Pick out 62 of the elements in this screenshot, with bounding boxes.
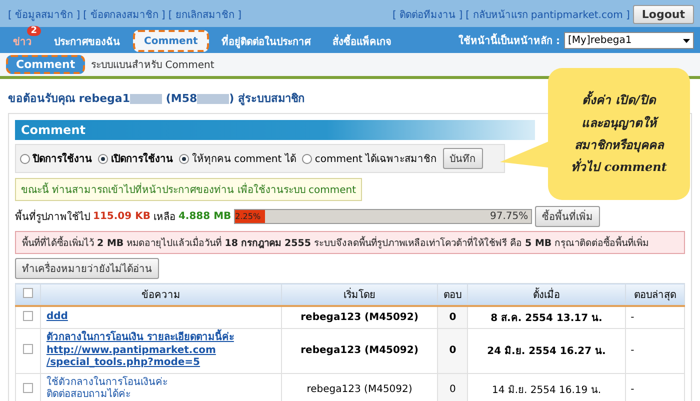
- column-header: ข้อความ: [40, 284, 282, 306]
- member-link[interactable]: [ ข้อมูลสมาชิก ]: [8, 7, 80, 22]
- table-cell: 0: [438, 328, 468, 373]
- member-link[interactable]: [ ยกเลิกสมาชิก ]: [168, 7, 242, 22]
- table-cell: 14 มิ.ย. 2554 16.19 น.: [468, 373, 626, 401]
- free-percent: 97.75%: [490, 211, 530, 222]
- panel-title: Comment: [15, 120, 535, 140]
- column-header: ตอบล่าสุด: [625, 284, 684, 306]
- radio-icon[interactable]: [20, 154, 30, 164]
- table-cell: -: [625, 373, 684, 401]
- table-cell: 24 มิ.ย. 2554 16.27 น.: [468, 328, 626, 373]
- radio-icon[interactable]: [302, 154, 312, 164]
- count-badge: 2: [26, 26, 41, 36]
- table-cell: rebega123 (M45092): [281, 328, 438, 373]
- storage-label: พื้นที่รูปภาพใช้ไป: [15, 209, 90, 224]
- used-size: 115.09 KB: [93, 211, 150, 222]
- table-cell: rebega123 (M45092): [281, 306, 438, 328]
- top-link[interactable]: [ กลับหน้าแรก pantipmarket.com ]: [466, 7, 630, 22]
- select-all-checkbox[interactable]: [23, 288, 34, 298]
- section-caption: ระบบแบนสำหรับ Comment: [91, 58, 214, 72]
- radio-option[interactable]: ให้ทุกคน comment ได้: [179, 151, 296, 166]
- row-checkbox[interactable]: [23, 311, 34, 321]
- callout-text: ทั่วไป comment: [571, 157, 667, 176]
- homepage-select[interactable]: [My]rebega1: [564, 32, 694, 49]
- callout-text: ตั้งค่า เปิด/ปิด: [582, 90, 656, 110]
- message-link[interactable]: /special_tools.php?mode=5: [46, 357, 276, 370]
- table-cell: 8 ส.ค. 2554 13.17 น.: [468, 306, 626, 328]
- message-link[interactable]: ติดต่อสอบถามได้ค่ะ: [46, 389, 276, 401]
- radio-option[interactable]: comment ได้เฉพาะสมาชิก: [302, 151, 437, 166]
- row-checkbox[interactable]: [23, 344, 34, 354]
- dropdown-caret-icon: [683, 38, 690, 42]
- buy-space-button[interactable]: ซื้อพื้นที่เพิ่ม: [535, 206, 600, 227]
- column-header: ตั้งเมื่อ: [468, 284, 626, 306]
- radio-option[interactable]: เปิดการใช้งาน: [98, 151, 173, 166]
- radio-icon[interactable]: [179, 154, 189, 164]
- mark-unread-button[interactable]: ทำเครื่องหมายว่ายังไม่ได้อ่าน: [15, 258, 159, 279]
- column-header: เริ่มโดย: [281, 284, 438, 306]
- callout-text: สมาชิกหรือบุคคล: [574, 137, 664, 154]
- member-link[interactable]: [ ข้อตกลงสมาชิก ]: [83, 7, 166, 22]
- message-link[interactable]: http://www.pantipmarket.com: [46, 344, 276, 357]
- nav-tab[interactable]: Comment: [133, 30, 209, 52]
- table-cell: -: [625, 328, 684, 373]
- remaining-size: 4.888 MB: [178, 211, 232, 222]
- homepage-label: ใช้หน้านี้เป็นหน้าหลัก :: [458, 33, 560, 48]
- row-checkbox[interactable]: [23, 382, 34, 392]
- table-cell: -: [625, 306, 684, 328]
- table-cell: 0: [438, 373, 468, 401]
- top-link[interactable]: [ ติดต่อทีมงาน ]: [392, 7, 463, 22]
- column-header: ตอบ: [438, 284, 468, 306]
- notice-message: ขณะนี้ ท่านสามารถเข้าไปที่หน้าประกาศของท่าน เพื่อใช้งานระบบ comment: [15, 178, 362, 201]
- callout-text: และอนุญาตให้: [582, 112, 656, 133]
- logout-button[interactable]: Logout: [632, 5, 694, 24]
- message-link[interactable]: ใช้ตัวกลางในการโอนเงินค่ะ: [46, 376, 276, 389]
- remaining-label: เหลือ: [153, 210, 176, 224]
- warning-message: พื้นที่ที่ได้ซื้อเพิ่มไว้ 2 MB หมดอายุไปแล้วเมื่อวันที่ 18 กรกฎาคม 2555 ระบบจึงลดพื้นที่รูปภาพเหลือเท่าโควต้าที่ให้ใช้ฟรี คือ 5 MB กรุณาติดต่อซื้อพื้นที่เพิ่ม: [15, 231, 685, 254]
- storage-fill: 2.25%: [235, 210, 265, 223]
- radio-icon[interactable]: [98, 154, 108, 164]
- radio-option[interactable]: ปิดการใช้งาน: [20, 151, 92, 166]
- table-cell: rebega123 (M45092): [281, 373, 438, 401]
- message-link[interactable]: ddd: [46, 311, 276, 324]
- save-button[interactable]: บันทึก: [442, 148, 483, 169]
- table-cell: 0: [438, 306, 468, 328]
